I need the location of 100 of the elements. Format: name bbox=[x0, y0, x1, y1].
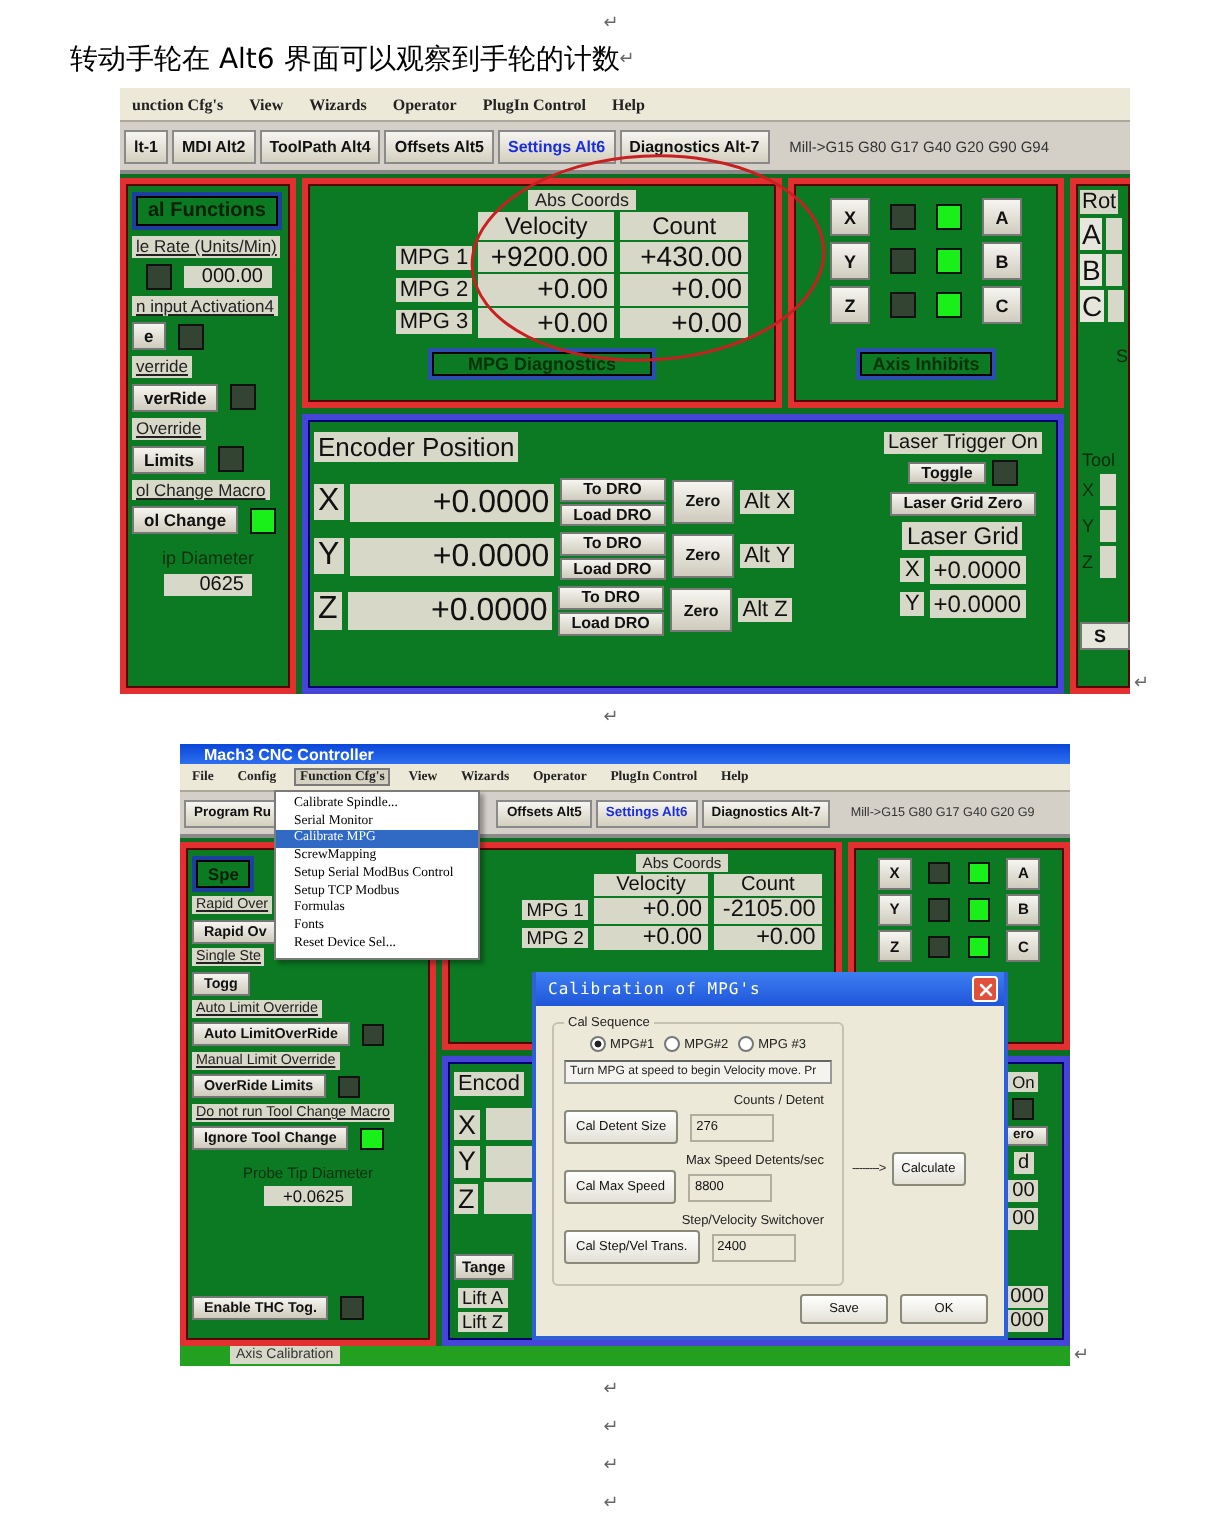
menu-item[interactable]: unction Cfg's bbox=[126, 93, 230, 115]
load-dro-button[interactable]: Load DRO bbox=[559, 557, 666, 581]
velocity-value: +9200.00 bbox=[478, 242, 615, 273]
to-dro-button[interactable]: To DRO bbox=[559, 532, 666, 556]
dro-field: +0.0000 bbox=[349, 483, 554, 522]
laser-grid-label: d bbox=[1013, 1151, 1034, 1174]
laser-grid-label: Laser Grid bbox=[902, 521, 1023, 550]
paragraph-mark: ↵ bbox=[603, 708, 619, 728]
velocity-value: +0.00 bbox=[593, 925, 709, 951]
grid-value: 00 bbox=[1008, 1179, 1039, 1202]
zero-button[interactable]: Zero bbox=[671, 480, 735, 525]
count-value: +0.00 bbox=[714, 925, 822, 951]
grid-value: +0.0000 bbox=[929, 555, 1025, 584]
value-field[interactable]: 000.00 bbox=[183, 265, 271, 288]
tab[interactable]: Offsets Alt5 bbox=[384, 129, 494, 163]
velocity-value: +0.00 bbox=[478, 307, 615, 339]
readout-field bbox=[1106, 254, 1123, 286]
paragraph-mark: ↵ bbox=[603, 1418, 619, 1438]
axis-label: B bbox=[1080, 254, 1103, 286]
axis-label: Y bbox=[314, 538, 344, 575]
toggle-button[interactable]: Limits bbox=[132, 445, 207, 473]
column-header: Velocity bbox=[478, 212, 615, 240]
heading-text: 转动手轮在 Alt6 界面可以观察到手轮的计数 bbox=[70, 42, 620, 78]
paragraph-mark: ↵ bbox=[1074, 1346, 1090, 1366]
encoder-title: Encod bbox=[454, 1071, 524, 1096]
encoder-title: Encoder Position bbox=[314, 432, 519, 462]
mpg-label: MPG 3 bbox=[395, 310, 473, 335]
paragraph-mark: ↵ bbox=[1134, 674, 1150, 694]
axis-label: X bbox=[454, 1109, 480, 1141]
axis-label: Y bbox=[1080, 516, 1097, 536]
toggle-button[interactable]: ol Change bbox=[132, 506, 239, 535]
toggle-button[interactable]: verRide bbox=[132, 383, 219, 412]
option-label: n input Activation4 bbox=[132, 295, 278, 317]
menu-item[interactable]: Help bbox=[605, 93, 651, 115]
hotkey-label: Alt X bbox=[740, 490, 795, 515]
column-header: Velocity bbox=[593, 873, 709, 896]
axis-label: A bbox=[1080, 218, 1103, 250]
window-title: Mach3 CNC Controller bbox=[204, 745, 374, 763]
tab[interactable]: ToolPath Alt4 bbox=[259, 129, 381, 163]
mpg-label: MPG 2 bbox=[395, 278, 473, 303]
close-button[interactable] bbox=[972, 976, 998, 1002]
count-value: -2105.00 bbox=[714, 897, 822, 924]
probe-caption: ip Diameter bbox=[161, 548, 254, 569]
axis-button[interactable]: B bbox=[982, 242, 1022, 280]
tab[interactable]: Diagnostics Alt-7 bbox=[619, 129, 770, 163]
toggle-button[interactable]: Toggle bbox=[907, 461, 987, 485]
lift-value: 000 bbox=[1006, 1310, 1048, 1332]
option-label: le Rate (Units/Min) bbox=[132, 236, 281, 258]
lift-label: Lift Z bbox=[458, 1311, 508, 1331]
readout-field bbox=[1106, 218, 1123, 250]
close-icon bbox=[975, 979, 995, 999]
cut-label: S bbox=[1113, 346, 1130, 366]
axis-label: Y bbox=[454, 1146, 480, 1177]
value-field[interactable]: 0625 bbox=[164, 574, 252, 597]
axis-label: X bbox=[900, 557, 924, 582]
velocity-value: +0.00 bbox=[478, 274, 615, 306]
axis-button[interactable]: C bbox=[982, 286, 1022, 324]
tab[interactable]: lt-1 bbox=[124, 129, 168, 163]
value-field[interactable]: +0.0625 bbox=[264, 1186, 352, 1207]
axis-label: X bbox=[1080, 480, 1097, 500]
menu-item[interactable]: View bbox=[243, 93, 290, 115]
paragraph-mark: ↵ bbox=[619, 50, 635, 70]
zero-button[interactable]: Zero bbox=[669, 588, 733, 633]
side-button[interactable]: S bbox=[1080, 622, 1130, 650]
mpg-label: MPG 1 bbox=[522, 900, 588, 921]
laser-title: On bbox=[1008, 1071, 1039, 1092]
readout-field bbox=[1100, 510, 1117, 542]
panel-title: Rot bbox=[1080, 190, 1119, 214]
to-dro-button[interactable]: To DRO bbox=[559, 478, 666, 502]
count-value: +0.00 bbox=[620, 307, 749, 339]
axis-button[interactable]: Y bbox=[830, 242, 870, 280]
lift-label: Lift A bbox=[458, 1287, 508, 1307]
grid-value: 00 bbox=[1008, 1207, 1039, 1230]
grid-zero-button[interactable]: Laser Grid Zero bbox=[889, 492, 1037, 516]
tab[interactable]: MDI Alt2 bbox=[172, 129, 256, 163]
velocity-value: +0.00 bbox=[593, 897, 709, 924]
dro-field: +0.0000 bbox=[349, 537, 554, 576]
paragraph-mark: ↵ bbox=[603, 1494, 619, 1514]
hotkey-label: Alt Y bbox=[740, 544, 795, 569]
tab[interactable]: Settings Alt6 bbox=[497, 129, 616, 163]
menu-item[interactable]: Operator bbox=[386, 93, 463, 115]
axis-button[interactable]: X bbox=[830, 198, 870, 236]
column-header: Count bbox=[714, 873, 822, 896]
menu-item[interactable]: Wizards bbox=[303, 93, 373, 115]
to-dro-button[interactable]: To DRO bbox=[557, 586, 664, 610]
toggle-button[interactable]: e bbox=[132, 322, 166, 351]
coords-caption: Abs Coords bbox=[528, 190, 636, 210]
hotkey-label: Alt Z bbox=[738, 598, 792, 623]
dro-field: +0.0000 bbox=[347, 591, 552, 630]
load-dro-button[interactable]: Load DRO bbox=[559, 503, 666, 527]
axis-label: Z bbox=[1080, 552, 1095, 572]
axis-label: Z bbox=[454, 1183, 479, 1214]
paragraph-mark: ↵ bbox=[603, 1380, 619, 1400]
menu-item[interactable]: PlugIn Control bbox=[476, 93, 592, 115]
axis-button[interactable]: Z bbox=[830, 286, 870, 324]
option-label: Override bbox=[132, 417, 206, 439]
mpg-label: MPG 1 bbox=[395, 245, 473, 270]
load-dro-button[interactable]: Load DRO bbox=[557, 611, 664, 636]
axis-button[interactable]: A bbox=[982, 198, 1022, 236]
zero-button[interactable]: Zero bbox=[671, 534, 735, 579]
